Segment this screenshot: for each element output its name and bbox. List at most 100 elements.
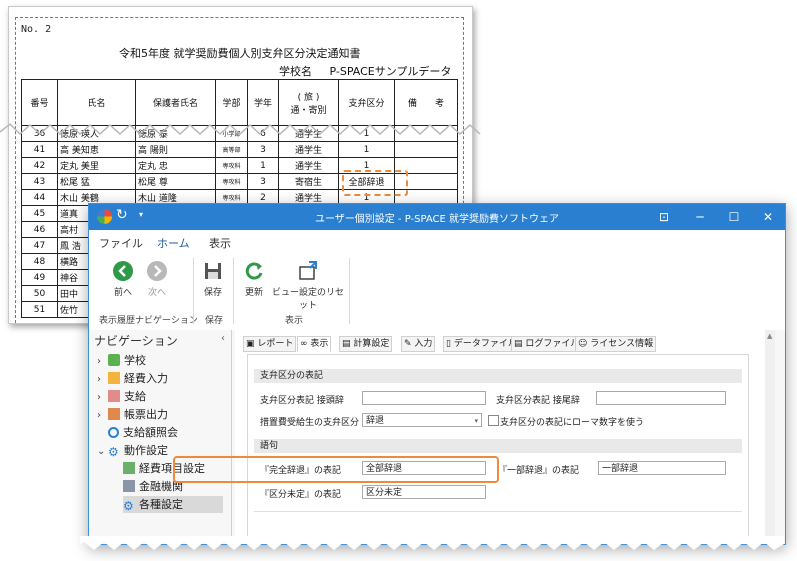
division-prefix-input[interactable] — [362, 391, 486, 405]
refresh-button[interactable]: 更新 — [241, 260, 267, 298]
header-guardian: 保護者氏名 — [135, 79, 216, 126]
report-cell-name: 高 美知恵 — [57, 141, 136, 158]
save-button[interactable]: 保存 — [201, 260, 225, 298]
partial-decline-label: 『一部辞退』の表記 — [498, 466, 580, 476]
forward-button[interactable]: 次へ — [143, 260, 171, 298]
margin-guide-left — [15, 17, 16, 323]
scroll-up-icon[interactable]: ▲ — [767, 332, 772, 340]
school-name: P-SPACEサンプルデータ — [329, 65, 452, 78]
nav-item-expense-input[interactable]: › 経費入力 — [97, 370, 168, 387]
report-cell-no: 42 — [21, 157, 58, 174]
tab-report[interactable]: ▣ レポート — [243, 336, 297, 352]
back-button[interactable]: 前へ — [111, 260, 135, 298]
gear-icon: ⚙ — [123, 499, 134, 513]
report-header-row: 番号 氏名 保護者氏名 学部 学年 ( 旅 ) 通・寄別 支弁区分 備 考 — [21, 79, 458, 126]
app-window: ↻ ▾ ユーザー個別設定 - P-SPACE 就学奨励費ソフトウェア ⊡ ─ ☐… — [88, 203, 786, 545]
nav-item-label: 学校 — [124, 354, 146, 367]
document-icon — [108, 408, 120, 420]
group-save-label: 保存 — [205, 316, 224, 326]
margin-guide-top — [15, 17, 464, 18]
report-school: 学校名 P-SPACEサンプルデータ — [279, 63, 451, 79]
nav-item-payment[interactable]: › 支給 — [97, 388, 146, 405]
report-cell-dept: 専攻科 — [215, 157, 248, 174]
tab-label: レポート — [257, 339, 294, 349]
division-suffix-input[interactable] — [596, 391, 726, 405]
folder-icon — [108, 372, 120, 384]
report-cell-commute: 寄宿生 — [278, 173, 339, 190]
expand-arrow-icon[interactable]: › — [97, 407, 108, 424]
tab-display[interactable]: ∞ 表示 — [297, 336, 332, 352]
nav-item-school[interactable]: › 学校 — [97, 352, 146, 369]
expand-arrow-icon[interactable]: › — [97, 353, 108, 370]
reset-view-label: ビュー設定のリセット — [271, 288, 344, 311]
report-cell-dept: 専攻科 — [215, 173, 248, 190]
report-cell-no: 51 — [21, 301, 58, 318]
report-cell-no: 49 — [21, 269, 58, 286]
roman-numeral-checkbox[interactable] — [488, 415, 499, 426]
report-cell-name: 松尾 猛 — [57, 173, 136, 190]
partial-decline-input[interactable]: 一部辞退 — [598, 461, 726, 475]
header-commute: ( 旅 ) 通・寄別 — [278, 79, 339, 126]
division-prefix-label: 支弁区分表記 接頭辞 — [260, 396, 344, 406]
expand-arrow-icon[interactable]: › — [97, 389, 108, 406]
nav-header: ナビゲーション — [94, 334, 178, 348]
tab-label: 計算設定 — [353, 339, 390, 349]
menu-view[interactable]: 表示 — [209, 235, 231, 251]
report-cell-grade: 1 — [247, 157, 279, 174]
nav-item-label: 動作設定 — [124, 444, 168, 457]
list-icon — [123, 462, 135, 474]
group-view-label: 表示 — [285, 316, 304, 326]
tab-calculation[interactable]: ▤ 計算設定 — [339, 336, 393, 352]
report-cell-grade: 3 — [247, 173, 279, 190]
header-commute-top: ( 旅 ) — [297, 92, 320, 103]
school-icon — [108, 354, 120, 366]
group-history-label: 表示履歴ナビゲーション — [99, 316, 198, 326]
report-cell-no: 48 — [21, 253, 58, 270]
tab-input[interactable]: ✎ 入力 — [401, 336, 436, 352]
nav-collapse-icon[interactable]: ‹ — [221, 333, 225, 344]
restore-layout-icon[interactable]: ⊡ — [647, 204, 681, 230]
vertical-scrollbar[interactable]: ▲ — [765, 330, 775, 544]
nav-item-various-settings[interactable]: ⚙ 各種設定 — [123, 496, 223, 513]
search-icon — [108, 427, 119, 438]
tab-license[interactable]: ☺ ライセンス情報 — [575, 336, 657, 352]
header-note: 備 考 — [394, 79, 458, 126]
nav-item-form-output[interactable]: › 帳票出力 — [97, 406, 168, 423]
header-name: 氏名 — [57, 79, 136, 126]
tab-data-file[interactable]: ▯ データファイル — [443, 336, 520, 352]
payment-icon — [108, 390, 120, 402]
back-label: 前へ — [113, 288, 132, 298]
collapse-arrow-icon[interactable]: ⌄ — [97, 443, 108, 460]
close-button[interactable]: ✕ — [751, 204, 785, 230]
navigation-pane: ナビゲーション ‹ › 学校 › 経費入力 › 支給 › 帳票出力 支給額照会 ⌄ ⚙ 動作… — [89, 330, 232, 544]
ribbon-separator — [193, 258, 194, 324]
menu-file[interactable]: ファイル — [99, 235, 143, 251]
undetermined-label: 『区分未定』の表記 — [260, 490, 342, 500]
nav-item-amount-inquiry[interactable]: 支給額照会 — [108, 424, 178, 441]
measure-division-label: 措置費受給生の支弁区分 — [260, 418, 360, 428]
maximize-button[interactable]: ☐ — [717, 204, 751, 230]
save-icon — [205, 263, 221, 279]
minimize-button[interactable]: ─ — [683, 204, 717, 230]
forward-label: 次へ — [147, 288, 166, 298]
highlight-full-decline-cell — [342, 170, 408, 196]
reset-view-button[interactable]: ビュー設定のリセット — [271, 260, 345, 311]
report-cell-commute: 通学生 — [278, 141, 339, 158]
report-cell-no: 46 — [21, 221, 58, 238]
report-cell-grade: 3 — [247, 141, 279, 158]
report-cell-dept: 高等部 — [215, 141, 248, 158]
measure-division-value: 辞退 — [366, 416, 385, 426]
undetermined-input[interactable]: 区分未定 — [362, 485, 486, 499]
report-number: No. 2 — [21, 24, 52, 35]
measure-division-select[interactable]: 辞退 ▾ — [362, 413, 482, 427]
roman-numeral-label: 支弁区分の表記にローマ数字を使う — [500, 418, 645, 428]
ribbon-separator — [233, 258, 234, 324]
torn-edge-upper — [0, 122, 481, 136]
settings-content: ▣ レポート ∞ 表示 ▤ 計算設定 ✎ 入力 ▯ データファイル ▤ ログファ… — [235, 330, 775, 544]
tab-label: ライセンス情報 — [590, 339, 654, 349]
expand-arrow-icon[interactable]: › — [97, 371, 108, 388]
nav-item-operation-settings[interactable]: ⌄ ⚙ 動作設定 — [97, 442, 168, 459]
tab-log-file[interactable]: ▤ ログファイル — [511, 336, 583, 352]
report-cell-no: 41 — [21, 141, 58, 158]
menu-bar: ファイル ホーム 表示 — [89, 230, 785, 255]
